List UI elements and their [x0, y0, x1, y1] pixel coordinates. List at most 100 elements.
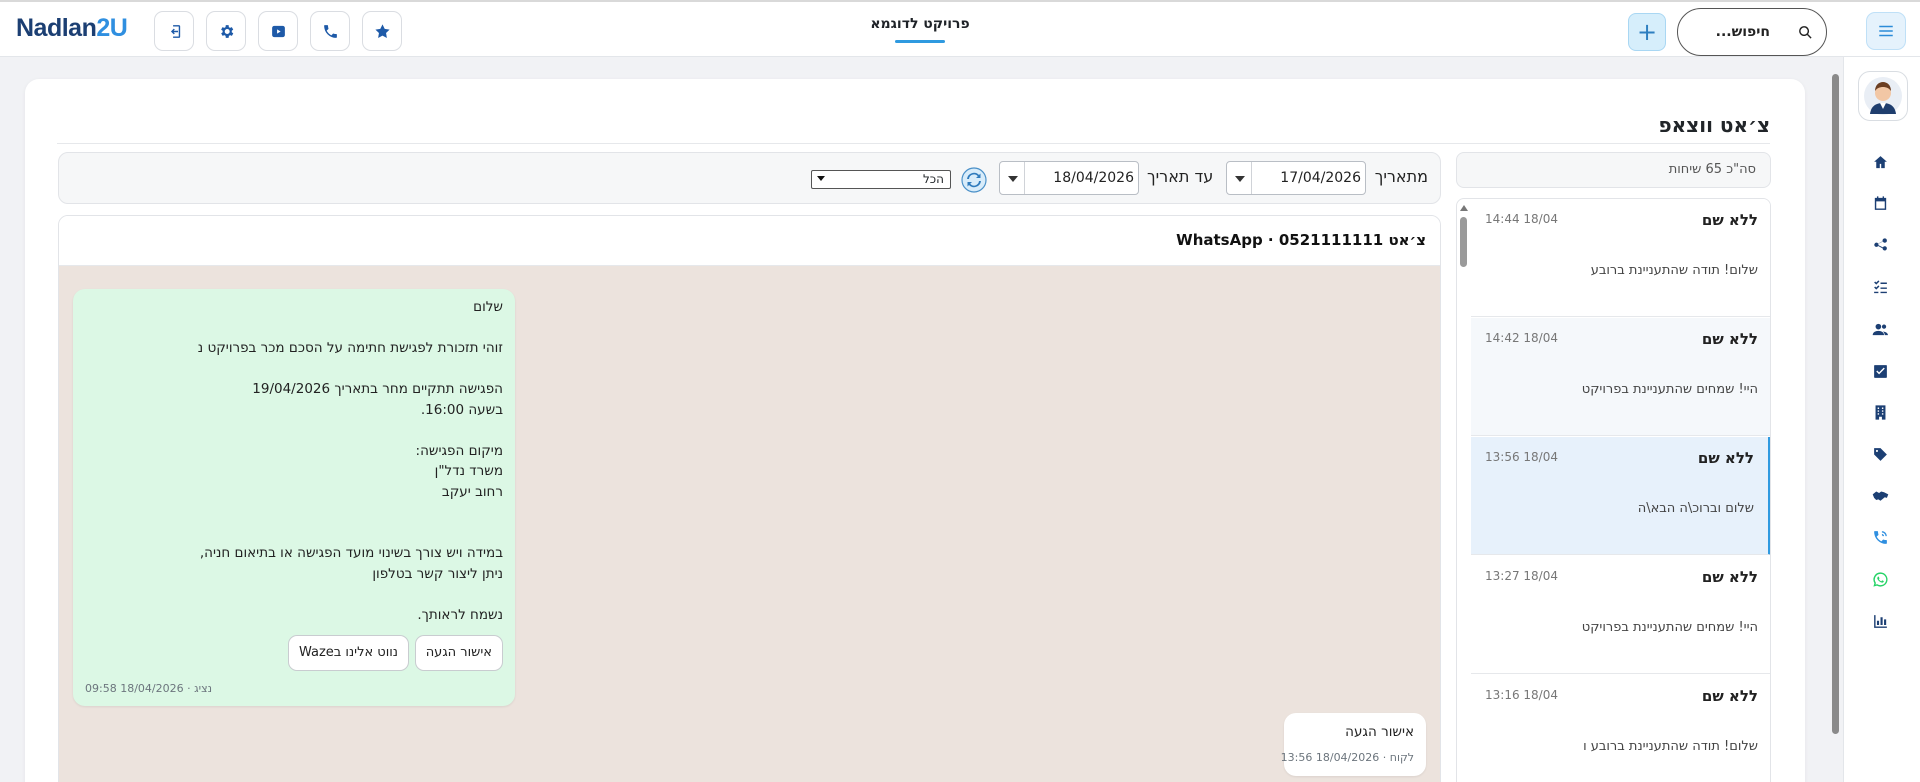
page-scrollbar[interactable] [1830, 64, 1840, 744]
chat-list: ללא שם 14:44 18/04 שלום! תודה שהתעניינת … [1456, 198, 1771, 782]
incoming-message: אישור הגעה לקוח · 18/04/2026 13:56 [1281, 713, 1426, 776]
search-placeholder: חיפוש... [1715, 24, 1770, 40]
conversation-title: צ׳אט 0521111111 · WhatsApp [1176, 231, 1426, 249]
sidebar-item-deals[interactable] [1872, 488, 1892, 508]
page-scrollbar-thumb[interactable] [1832, 74, 1839, 734]
chat-list-item[interactable]: ללא שם 14:44 18/04 שלום! תודה שהתעניינת … [1471, 199, 1770, 317]
page-title: צ׳אט ווצאפ [1658, 113, 1770, 137]
bar-chart-icon [1874, 615, 1887, 628]
filter-bar: מתאריך 17/04/2026 עד תאריך 18/04/2026 הכ… [58, 152, 1441, 204]
sidebar-item-tags[interactable] [1872, 446, 1892, 466]
conversation-header: צ׳אט 0521111111 · WhatsApp [59, 216, 1440, 266]
type-select[interactable]: הכל [811, 170, 951, 189]
chat-time: 13:27 18/04 [1485, 569, 1558, 583]
handshake-icon [1872, 491, 1889, 501]
chat-preview: שלום! תודה שהתעניינת ברובע [1590, 263, 1758, 278]
share-icon [1874, 238, 1887, 251]
phone-call-icon [1874, 531, 1887, 544]
chevron-down-icon[interactable] [1235, 176, 1245, 182]
chat-time: 13:56 18/04 [1485, 450, 1558, 464]
top-header: Nadlan2U פרויקט לדוגמא + חיפוש... [0, 0, 1920, 57]
divider [1251, 162, 1252, 194]
chat-name: ללא שם [1701, 568, 1758, 586]
chat-preview: היי! שמחים שהתעניינת בפרויקט [1581, 382, 1758, 397]
message-meta: נציג · 18/04/2026 09:58 [85, 682, 213, 695]
chat-time: 14:42 18/04 [1485, 331, 1558, 345]
type-select-value: הכל [922, 172, 944, 186]
users-icon [1872, 323, 1888, 336]
sidebar-item-tasks[interactable] [1872, 279, 1892, 299]
avatar-icon [1864, 77, 1902, 115]
check-square-icon [1874, 365, 1887, 378]
sidebar-item-share[interactable] [1872, 237, 1892, 257]
message-text: אישור הגעה [1345, 724, 1414, 740]
chat-list-item[interactable]: ללא שם 13:27 18/04 היי! שמחים שהתעניינת … [1471, 556, 1770, 674]
logout-button[interactable] [154, 11, 194, 51]
refresh-button[interactable] [959, 165, 989, 195]
message-text: שלום זוהי תזכורת לפגישת חתימה על הסכם מכ… [197, 299, 503, 623]
to-date-input[interactable]: 18/04/2026 [999, 161, 1139, 195]
sidebar-item-reports[interactable] [1872, 613, 1892, 633]
favorites-button[interactable] [362, 11, 402, 51]
home-icon [1874, 156, 1887, 169]
sidebar-item-calls[interactable] [1872, 529, 1892, 549]
chat-list-item-selected[interactable]: ללא שם 13:56 18/04 שלום וברוכ\ה הבא\ה [1471, 437, 1770, 555]
sidebar-item-home[interactable] [1872, 154, 1892, 174]
chat-list-scrollbar-thumb[interactable] [1460, 217, 1467, 267]
conversation-body: שלום זוהי תזכורת לפגישת חתימה על הסכם מכ… [59, 266, 1440, 782]
project-title: פרויקט לדוגמא [870, 16, 970, 32]
sidebar-item-approvals[interactable] [1872, 363, 1892, 383]
phone-button[interactable] [310, 11, 350, 51]
sidebar-item-buildings[interactable] [1872, 404, 1892, 424]
youtube-button[interactable] [258, 11, 298, 51]
chat-list-item[interactable]: ללא שם 13:16 18/04 שלום! תודה שהתעניינת … [1471, 675, 1770, 782]
chat-preview: היי! שמחים שהתעניינת בפרויקט [1581, 620, 1758, 635]
chat-preview: שלום! תודה שהתעניינת ברובע ו [1583, 739, 1758, 754]
divider [1024, 162, 1025, 194]
hamburger-icon [1879, 25, 1893, 37]
add-button[interactable]: + [1628, 13, 1666, 51]
star-icon [374, 23, 390, 38]
chevron-down-icon [817, 176, 825, 181]
search-icon [1799, 26, 1812, 39]
logo-text: Nadlan [16, 14, 97, 42]
chat-count: סה"כ 65 שיחות [1456, 152, 1771, 188]
sidebar-item-contacts[interactable] [1872, 321, 1892, 341]
from-date-value: 17/04/2026 [1280, 170, 1361, 186]
menu-button[interactable] [1866, 12, 1906, 50]
from-date-label: מתאריך [1374, 167, 1428, 186]
app-logo[interactable]: Nadlan2U [16, 14, 128, 43]
whatsapp-icon [1873, 572, 1888, 587]
chevron-down-icon[interactable] [1008, 176, 1018, 182]
chat-preview: שלום וברוכ\ה הבא\ה [1637, 501, 1754, 516]
divider [57, 143, 1770, 144]
waze-navigate-button[interactable]: נווט אלינו בWaze [287, 635, 409, 671]
chat-time: 13:16 18/04 [1485, 688, 1558, 702]
chat-list-scrollbar[interactable] [1457, 199, 1471, 782]
phone-icon [323, 24, 337, 38]
user-avatar[interactable] [1858, 71, 1908, 121]
to-date-label: עד תאריך [1147, 167, 1214, 186]
project-tab[interactable]: פרויקט לדוגמא [860, 16, 980, 43]
chat-list-item[interactable]: ללא שם 14:42 18/04 היי! שמחים שהתעניינת … [1471, 318, 1770, 436]
chat-time: 14:44 18/04 [1485, 212, 1558, 226]
gear-icon [220, 24, 233, 38]
from-date-input[interactable]: 17/04/2026 [1226, 161, 1366, 195]
tag-icon [1874, 448, 1887, 461]
chat-name: ללא שם [1701, 330, 1758, 348]
logo-accent-text: 2U [96, 14, 128, 42]
settings-button[interactable] [206, 11, 246, 51]
sidebar-item-calendar[interactable] [1872, 195, 1892, 215]
search-input[interactable]: חיפוש... [1677, 8, 1827, 56]
logout-icon [170, 24, 180, 38]
chat-name: ללא שם [1701, 211, 1758, 229]
scroll-up-arrow-icon[interactable] [1460, 205, 1468, 211]
checklist-icon [1874, 280, 1887, 294]
conversation-panel: צ׳אט 0521111111 · WhatsApp שלום זוהי תזכ… [58, 215, 1441, 782]
youtube-icon [271, 25, 285, 37]
chat-name: ללא שם [1697, 449, 1754, 467]
sidebar-item-whatsapp[interactable] [1872, 571, 1892, 591]
right-sidebar [1843, 57, 1920, 782]
confirm-arrival-button[interactable]: אישור הגעה [414, 635, 503, 671]
calendar-icon [1874, 196, 1887, 210]
